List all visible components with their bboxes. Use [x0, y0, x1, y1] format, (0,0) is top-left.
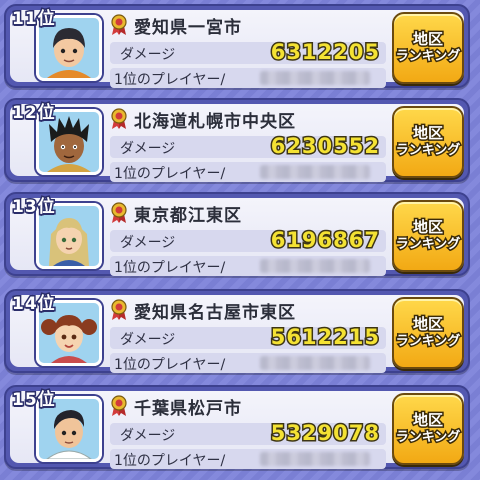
region-name: 東京都江東区	[134, 205, 242, 226]
damage-field: ダメージ 5612215	[110, 324, 386, 351]
regional-ranking-button[interactable]: 地区 ランキング	[392, 297, 464, 369]
ranking-row: 11位 愛知県一宮市 ダメージ 6312205 1位のプレイヤー/ 地区 ランキ…	[4, 4, 470, 88]
rank-number: 14位	[11, 293, 57, 316]
medal-icon	[111, 202, 127, 223]
button-label-line2: ランキング	[394, 142, 462, 160]
top-player-field: 1位のプレイヤー/	[110, 449, 386, 469]
ranking-row: 15位 千葉県松戸市 ダメージ 5329078 1位のプレイヤー/ 地区 ランキ…	[4, 385, 470, 469]
damage-label: ダメージ	[120, 47, 176, 63]
button-label-line1: 地区	[411, 123, 444, 144]
blurred-player-name	[260, 356, 370, 370]
region-name: 愛知県名古屋市東区	[134, 302, 296, 323]
damage-value: 5329078	[269, 420, 380, 447]
damage-value: 6312205	[269, 39, 380, 66]
damage-field: ダメージ 5329078	[110, 420, 386, 447]
top-player-field: 1位のプレイヤー/	[110, 162, 386, 182]
region-name: 愛知県一宮市	[134, 17, 242, 38]
damage-label: ダメージ	[120, 235, 176, 251]
medal-icon	[111, 108, 127, 129]
region-name: 北海道札幌市中央区	[134, 111, 296, 132]
damage-value: 6196867	[269, 227, 380, 254]
region-name: 千葉県松戸市	[134, 398, 242, 419]
top-player-label: 1位のプレイヤー/	[114, 166, 226, 182]
button-label-line2: ランキング	[394, 48, 462, 66]
top-player-label: 1位のプレイヤー/	[114, 453, 226, 469]
blurred-player-name	[260, 71, 370, 85]
rank-number: 15位	[11, 389, 57, 412]
top-player-field: 1位のプレイヤー/	[110, 256, 386, 276]
button-label-line2: ランキング	[394, 333, 462, 351]
ranking-row: 14位 愛知県名古屋市東区 ダメージ 5612215 1位のプレイヤー/ 地区 …	[4, 289, 470, 373]
button-label-line1: 地区	[411, 410, 444, 431]
regional-ranking-button[interactable]: 地区 ランキング	[392, 393, 464, 465]
damage-label: ダメージ	[120, 332, 176, 348]
damage-label: ダメージ	[120, 428, 176, 444]
damage-value: 6230552	[269, 133, 380, 160]
top-player-field: 1位のプレイヤー/	[110, 68, 386, 88]
regional-ranking-button[interactable]: 地区 ランキング	[392, 200, 464, 272]
regional-ranking-button[interactable]: 地区 ランキング	[392, 12, 464, 84]
button-label-line1: 地区	[411, 29, 444, 50]
ranking-row: 13位 東京都江東区 ダメージ 6196867 1位のプレイヤー/ 地区 ランキ…	[4, 192, 470, 276]
medal-icon	[111, 299, 127, 320]
medal-icon	[111, 395, 127, 416]
button-label-line2: ランキング	[394, 236, 462, 254]
blurred-player-name	[260, 452, 370, 466]
ranking-row: 12位 北海道札幌市中央区 ダメージ 6230552 1位のプレイヤー/ 地区 …	[4, 98, 470, 182]
blurred-player-name	[260, 165, 370, 179]
rank-number: 11位	[11, 8, 57, 31]
damage-value: 5612215	[269, 324, 380, 351]
top-player-field: 1位のプレイヤー/	[110, 353, 386, 373]
damage-field: ダメージ 6230552	[110, 133, 386, 160]
regional-ranking-list: 11位 愛知県一宮市 ダメージ 6312205 1位のプレイヤー/ 地区 ランキ…	[0, 0, 480, 480]
rank-number: 13位	[11, 196, 57, 219]
damage-field: ダメージ 6196867	[110, 227, 386, 254]
regional-ranking-button[interactable]: 地区 ランキング	[392, 106, 464, 178]
top-player-label: 1位のプレイヤー/	[114, 260, 226, 276]
damage-field: ダメージ 6312205	[110, 39, 386, 66]
top-player-label: 1位のプレイヤー/	[114, 72, 226, 88]
blurred-player-name	[260, 259, 370, 273]
button-label-line1: 地区	[411, 217, 444, 238]
damage-label: ダメージ	[120, 141, 176, 157]
top-player-label: 1位のプレイヤー/	[114, 357, 226, 373]
button-label-line1: 地区	[411, 314, 444, 335]
medal-icon	[111, 14, 127, 35]
button-label-line2: ランキング	[394, 429, 462, 447]
rank-number: 12位	[11, 102, 57, 125]
